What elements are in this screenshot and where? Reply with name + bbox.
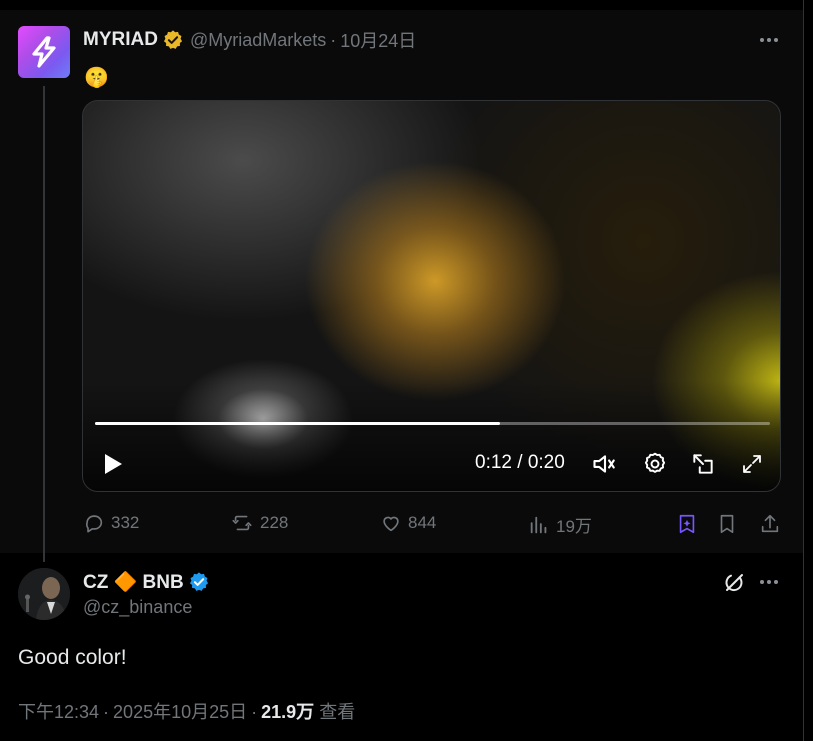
video-progress-fill xyxy=(95,422,500,425)
video-player[interactable]: 0:12 / 0:20 xyxy=(82,100,781,492)
tweet-meta: 下午12:34 · 2025年10月25日 · 21.9万 查看 xyxy=(18,698,355,724)
share-button[interactable] xyxy=(759,512,781,536)
gold-verified-icon[interactable] xyxy=(162,29,184,51)
reply-button[interactable]: 332 xyxy=(83,512,139,534)
repost-count: 228 xyxy=(260,513,289,532)
reply-icon xyxy=(86,515,103,533)
separator: · xyxy=(103,702,110,722)
tweet-text: Good color! xyxy=(18,646,127,669)
page-right-edge xyxy=(803,0,813,741)
reply-count: 332 xyxy=(111,513,140,532)
parent-tweet[interactable]: MYRIAD @MyriadMarkets · 10月24日 🤫 0:12 / … xyxy=(0,10,803,562)
repost-button[interactable]: 228 xyxy=(230,512,288,534)
avatar[interactable] xyxy=(18,26,70,78)
heart-icon xyxy=(383,516,399,532)
video-time: 0:12 / 0:20 xyxy=(475,452,565,473)
tweet-text: 🤫 xyxy=(84,67,109,89)
tweet-date[interactable]: 2025年10月25日 xyxy=(113,702,247,722)
handle[interactable]: @cz_binance xyxy=(83,597,192,618)
grok-icon xyxy=(679,514,695,534)
grok-explain-icon[interactable] xyxy=(721,570,747,596)
play-icon[interactable] xyxy=(99,450,127,478)
thread-connector-line xyxy=(43,86,45,562)
myriad-logo-icon xyxy=(32,36,56,68)
grok-button[interactable] xyxy=(676,512,698,536)
more-options-icon[interactable] xyxy=(760,580,778,584)
share-icon xyxy=(761,514,779,533)
video-controls-shade xyxy=(83,381,780,491)
display-name[interactable]: MYRIAD xyxy=(83,29,158,51)
fullscreen-icon[interactable] xyxy=(737,449,767,479)
avatar-photo xyxy=(18,568,70,620)
bookmark-icon xyxy=(720,514,734,534)
display-name[interactable]: CZ 🔶 BNB xyxy=(83,570,184,594)
video-progress-bar[interactable] xyxy=(95,422,770,425)
more-options-icon[interactable] xyxy=(760,38,778,42)
top-strip xyxy=(0,0,803,10)
like-button[interactable]: 844 xyxy=(380,512,436,534)
tweet-time[interactable]: 下午12:34 xyxy=(18,702,99,722)
views-label[interactable]: 查看 xyxy=(319,702,355,722)
pop-out-icon[interactable] xyxy=(688,449,718,479)
views-count[interactable]: 21.9万 xyxy=(261,702,314,722)
views-count: 19万 xyxy=(556,517,592,536)
bookmark-button[interactable] xyxy=(716,512,738,536)
avatar[interactable] xyxy=(18,568,70,620)
volume-icon[interactable] xyxy=(590,449,620,479)
repost-icon xyxy=(232,515,252,531)
main-tweet-header: CZ 🔶 BNB xyxy=(83,570,210,594)
views-chart-icon xyxy=(530,516,547,533)
like-count: 844 xyxy=(408,513,437,532)
parent-tweet-header: MYRIAD @MyriadMarkets · 10月24日 xyxy=(83,28,416,52)
tweet-date[interactable]: 10月24日 xyxy=(340,27,416,53)
views-button[interactable]: 19万 xyxy=(528,512,592,537)
settings-icon[interactable] xyxy=(640,449,670,479)
blue-verified-icon[interactable] xyxy=(188,571,210,593)
separator: · xyxy=(330,29,337,50)
handle[interactable]: @MyriadMarkets xyxy=(190,30,326,51)
separator: · xyxy=(251,702,258,722)
